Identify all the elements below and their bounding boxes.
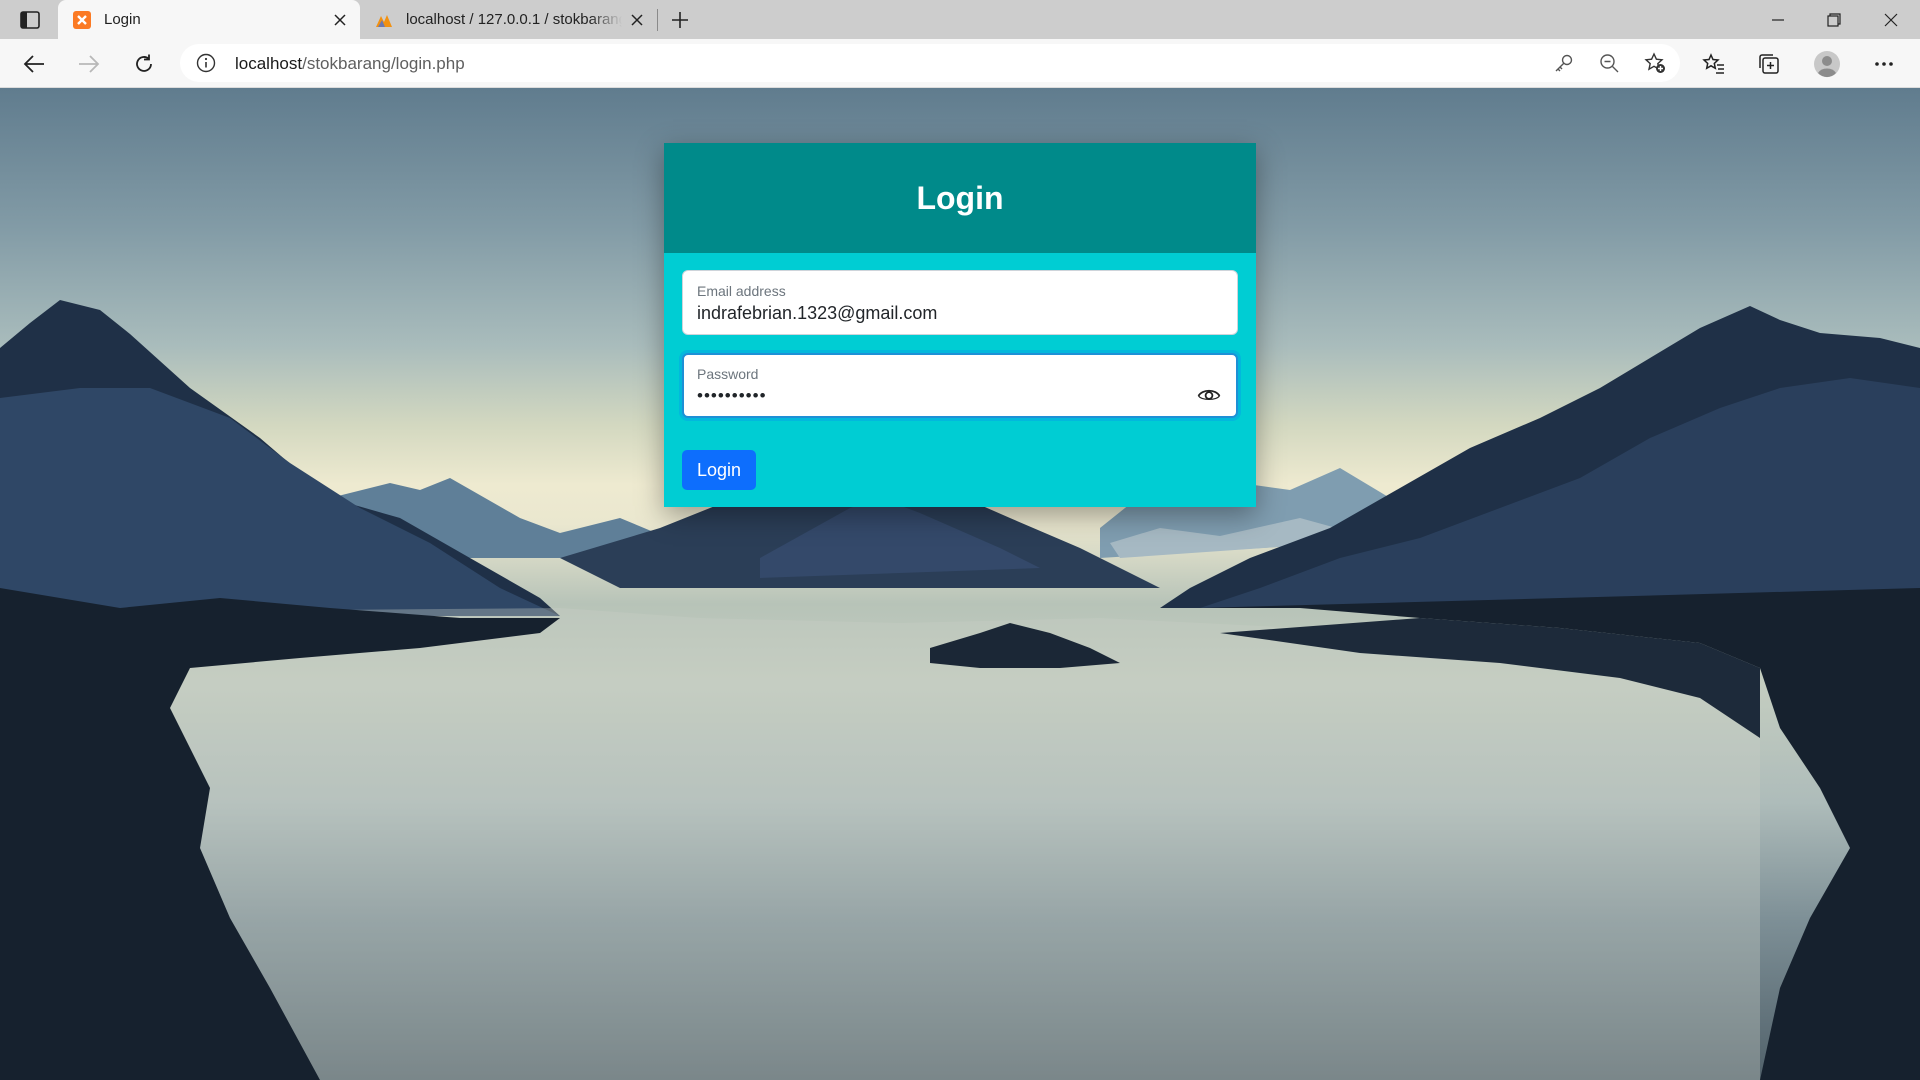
close-tab-icon[interactable] [627,10,647,30]
url-host: localhost [235,54,303,73]
tab-login[interactable]: Login [58,0,360,39]
page-viewport: Login Email address indrafebrian.1323@gm… [0,88,1920,1080]
close-window-icon[interactable] [1862,0,1920,39]
xampp-logo-icon [72,10,92,30]
email-label: Email address [697,283,786,299]
browser-toolbar: localhost/stokbarang/login.php [0,39,1920,88]
site-info-icon[interactable] [196,53,216,73]
close-tab-icon[interactable] [330,10,350,30]
minimize-icon[interactable] [1749,0,1807,39]
more-options-icon[interactable] [1867,47,1901,81]
key-icon[interactable] [1553,52,1575,74]
login-card: Login Email address indrafebrian.1323@gm… [664,143,1256,507]
new-tab-icon[interactable] [665,6,695,34]
login-button[interactable]: Login [682,450,756,490]
password-field[interactable]: Password •••••••••• [682,353,1238,418]
email-field[interactable]: Email address indrafebrian.1323@gmail.co… [682,270,1238,335]
tab-bar: Login localhost / 127.0.0.1 / stokbarang [0,0,1920,39]
profile-avatar-icon[interactable] [1810,47,1844,81]
phpmyadmin-logo-icon [374,10,394,30]
add-favorite-icon[interactable] [1644,52,1666,74]
restore-icon[interactable] [1805,0,1863,39]
zoom-out-icon[interactable] [1598,52,1620,74]
login-form: Email address indrafebrian.1323@gmail.co… [664,253,1256,507]
back-icon[interactable] [17,47,51,81]
tab-title: Login [104,11,141,28]
tab-phpmyadmin[interactable]: localhost / 127.0.0.1 / stokbarang [360,0,657,39]
favorites-icon[interactable] [1697,47,1731,81]
email-value[interactable]: indrafebrian.1323@gmail.com [697,303,937,324]
password-label: Password [697,366,759,382]
tab-divider [657,9,658,31]
address-bar[interactable]: localhost/stokbarang/login.php [180,44,1680,82]
url-text: localhost/stokbarang/login.php [235,54,465,74]
show-password-eye-icon[interactable] [1196,385,1222,403]
login-card-header: Login [664,143,1256,253]
refresh-icon[interactable] [127,47,161,81]
url-path: /stokbarang/login.php [302,54,465,73]
login-title: Login [916,179,1004,216]
collections-icon[interactable] [1752,47,1786,81]
tab-actions-icon[interactable] [14,6,46,34]
password-value[interactable]: •••••••••• [697,386,767,406]
tab-title: localhost / 127.0.0.1 / stokbarang [406,11,622,28]
forward-icon[interactable] [72,47,106,81]
